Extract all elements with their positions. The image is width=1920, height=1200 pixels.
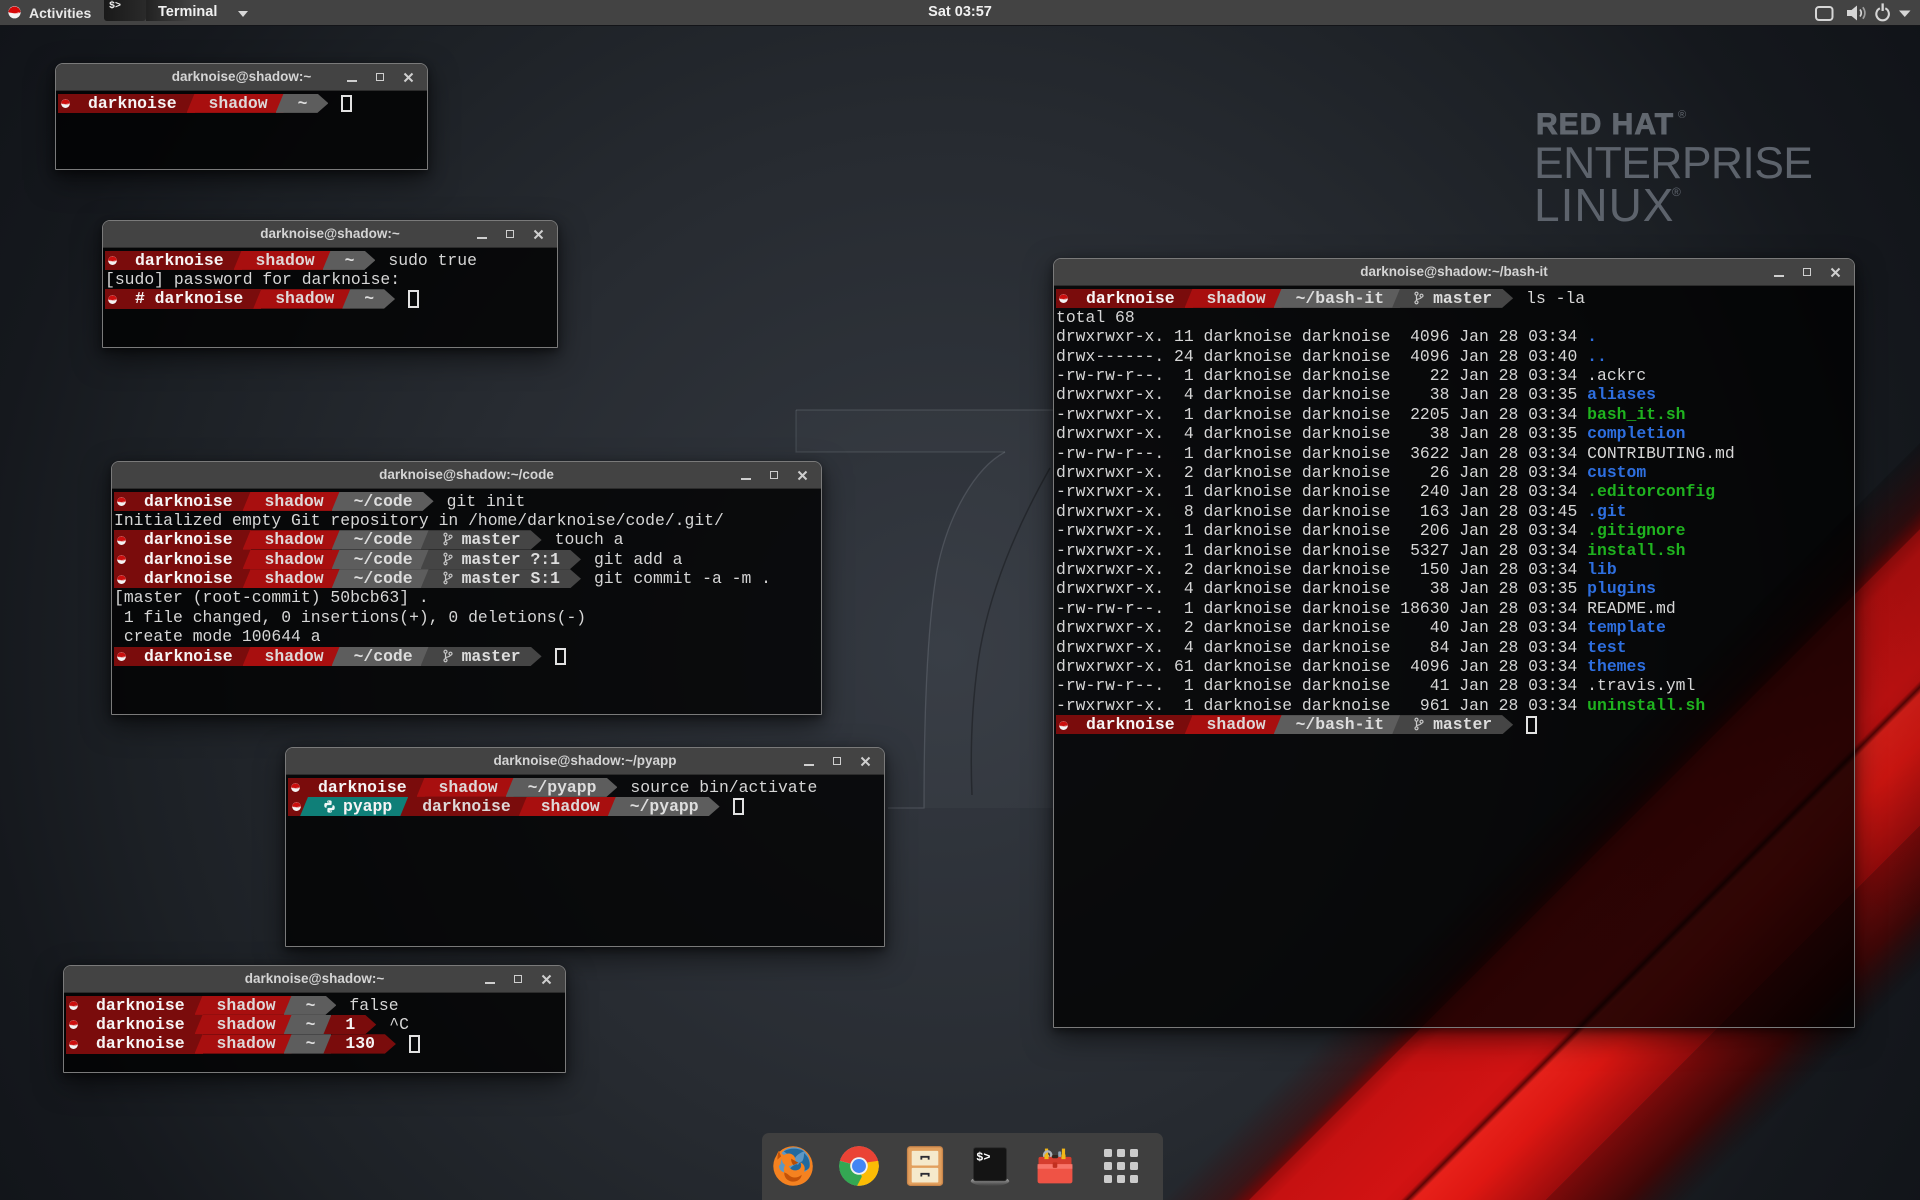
svg-text:®: ® <box>1678 109 1686 121</box>
svg-text:®: ® <box>1672 185 1681 199</box>
svg-text:LINUX: LINUX <box>1534 179 1674 231</box>
svg-text:$>: $> <box>976 1151 990 1165</box>
svg-text:RED HAT: RED HAT <box>1536 108 1674 141</box>
